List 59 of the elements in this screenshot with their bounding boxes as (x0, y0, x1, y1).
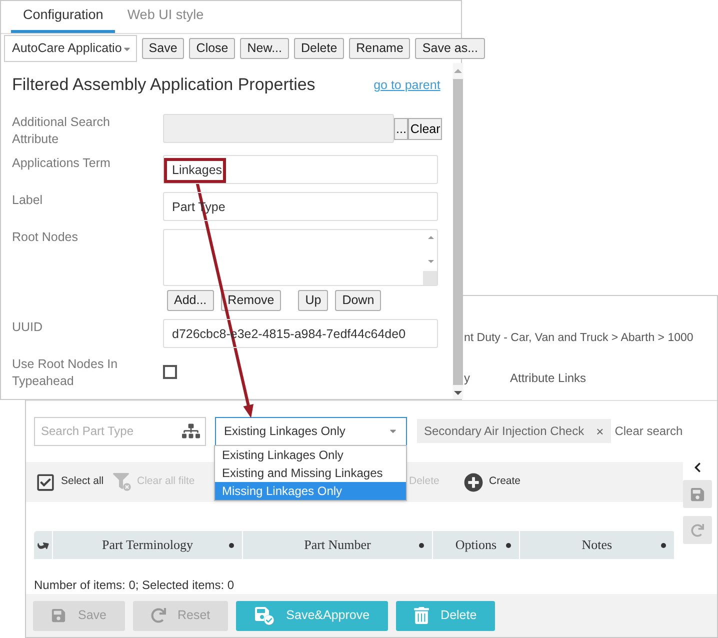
search-field[interactable]: Search Part Type (34, 416, 206, 446)
column-menu-icon[interactable] (419, 542, 424, 548)
field-label: Use Root Nodes In Typeahead (12, 356, 119, 390)
list-button[interactable]: Remove (220, 290, 282, 311)
plus-icon (464, 472, 483, 492)
checkbox[interactable] (163, 365, 177, 379)
clear-filter-icon (113, 473, 131, 491)
toolbar-button[interactable]: Rename (349, 38, 410, 59)
field-label: UUID (12, 319, 44, 336)
save-icon (690, 486, 705, 502)
clear-search-link[interactable]: Clear search (614, 422, 683, 440)
field-label: Additional Search Attribute (12, 114, 111, 148)
text-field[interactable]: Linkages (163, 155, 438, 184)
toolbar-button[interactable]: Create (464, 472, 521, 492)
checkbox-icon (36, 472, 55, 492)
chip-remove-button[interactable]: × (596, 424, 604, 438)
field-label: Applications Term (12, 155, 112, 172)
column-header[interactable]: Part Number (243, 531, 433, 559)
item-count: Number of items: 0; Selected items: 0 (33, 577, 236, 594)
tab[interactable]: Attribute Links (510, 369, 586, 388)
column-header[interactable]: Part Terminology (53, 531, 243, 559)
save-icon (51, 608, 66, 623)
lookup-button[interactable]: ... (394, 118, 408, 140)
list-button[interactable]: Down (335, 290, 382, 311)
toolbar-button[interactable]: Delete (294, 38, 344, 59)
column-menu-icon[interactable] (229, 542, 234, 548)
lookup-field[interactable] (163, 114, 394, 143)
profile-select[interactable]: AutoCare Applicatio (4, 35, 137, 62)
toolbar-button[interactable]: Close (189, 38, 236, 59)
tree-icon[interactable] (182, 422, 200, 438)
column-menu-icon[interactable] (506, 542, 511, 548)
dropdown-option[interactable]: Existing and Missing Linkages (215, 464, 406, 482)
toolbar-button[interactable]: New... (240, 38, 290, 59)
refresh-icon (150, 608, 166, 623)
list-button[interactable]: Add... (167, 290, 214, 311)
column-header[interactable]: Notes (520, 531, 675, 559)
toolbar-button[interactable]: Save as... (415, 38, 485, 59)
root-nodes-list[interactable] (163, 229, 438, 286)
save-approve-icon (254, 606, 274, 625)
scrollbar[interactable] (453, 63, 464, 399)
trash-icon (414, 607, 429, 624)
column-menu-icon[interactable] (660, 542, 666, 548)
panel-title: Filtered Assembly Application Properties (12, 74, 316, 96)
refresh-icon (690, 524, 704, 536)
lookup-button[interactable]: Clear (408, 118, 442, 140)
field-label: Root Nodes (12, 229, 80, 246)
side-save-button[interactable] (682, 480, 712, 508)
tab[interactable]: Web UI style (115, 0, 216, 33)
tab[interactable]: Configuration (11, 0, 116, 33)
breadcrumb: nt Duty - Car, Van and Truck > Abarth > 1000 (464, 331, 694, 346)
column-header[interactable]: Options (433, 531, 520, 559)
chip-label: Secondary Air Injection Check (424, 423, 584, 440)
toolbar-button[interactable]: Save (142, 38, 184, 59)
collapse-icon[interactable] (692, 462, 702, 473)
list-button[interactable]: Up (298, 290, 328, 311)
dropdown-option[interactable]: Existing Linkages Only (215, 446, 406, 464)
toolbar-button[interactable]: Select all (36, 472, 104, 492)
tab[interactable]: y (464, 369, 510, 388)
field-label: Label (12, 192, 44, 209)
